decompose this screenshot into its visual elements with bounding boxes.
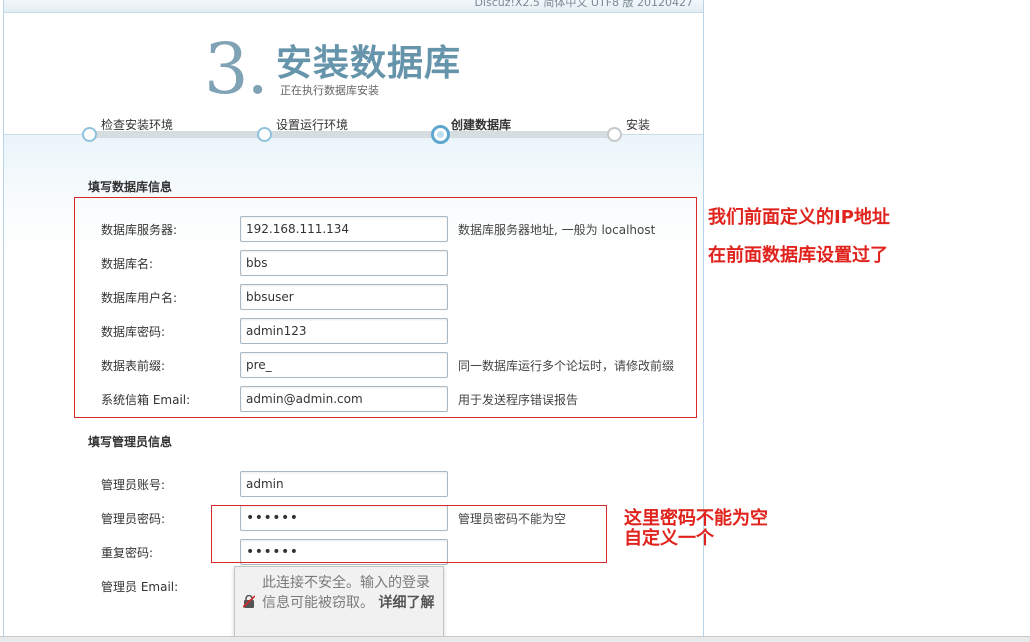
db-section-title: 填写数据库信息 <box>88 180 173 194</box>
page-subtitle: 正在执行数据库安装 <box>280 84 379 97</box>
step-dot-2 <box>257 127 272 142</box>
annotation-custom-note: 自定义一个 <box>624 528 714 549</box>
step-dot-3-current <box>431 125 450 144</box>
page: Discuz!X2.5 简体中文 UTF8 版 20120427 3. 安装数据… <box>0 0 1030 642</box>
page-title: 安装数据库 <box>276 43 462 84</box>
password-highlight-box <box>211 505 607 563</box>
insecure-login-tooltip: 此连接不安全。输入的登录信息可能被窃取。 详细了解 <box>234 566 444 638</box>
step-label-check-env: 检查安装环境 <box>101 118 174 132</box>
insecure-lock-icon <box>243 595 255 608</box>
top-bar: Discuz!X2.5 简体中文 UTF8 版 20120427 <box>4 0 703 13</box>
tooltip-learn-more-link[interactable]: 详细了解 <box>378 595 434 611</box>
admin-account-label: 管理员账号: <box>101 478 166 492</box>
step-dot-4 <box>607 127 622 142</box>
annotation-ip-note: 我们前面定义的IP地址 <box>708 207 890 228</box>
admin-account-input[interactable] <box>240 471 448 497</box>
admin-password-label: 管理员密码: <box>101 512 166 526</box>
annotation-db-note: 在前面数据库设置过了 <box>708 245 888 266</box>
step-label-create-db: 创建数据库 <box>451 118 512 132</box>
step-label-install: 安装 <box>626 118 651 132</box>
step-number: 3. <box>204 28 269 110</box>
repeat-password-label: 重复密码: <box>101 546 154 560</box>
browser-bottom-bar <box>0 636 1030 642</box>
step-dot-1 <box>82 127 97 142</box>
step-label-set-env: 设置运行环境 <box>276 118 349 132</box>
tooltip-text: 此连接不安全。输入的登录信息可能被窃取。 详细了解 <box>262 573 438 613</box>
admin-email-label: 管理员 Email: <box>101 580 179 594</box>
version-text: Discuz!X2.5 简体中文 UTF8 版 20120427 <box>474 0 693 9</box>
db-info-highlight-box <box>74 197 697 418</box>
admin-section-title: 填写管理员信息 <box>88 435 173 449</box>
